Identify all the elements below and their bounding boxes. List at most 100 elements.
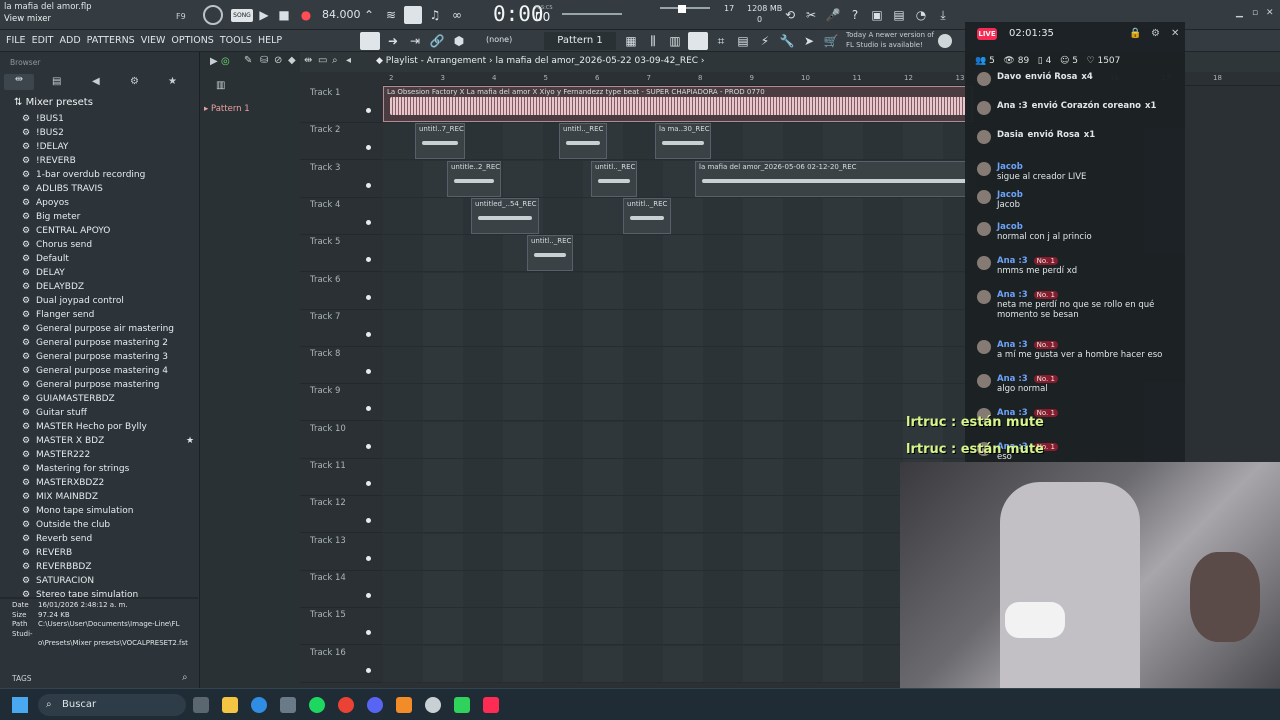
track-header[interactable]: Track 2	[300, 123, 382, 161]
close-icon[interactable]: ✕	[1266, 8, 1274, 18]
track-lane[interactable]	[383, 496, 973, 534]
plug-icon[interactable]: ⚡	[756, 32, 774, 50]
track-enable-led[interactable]	[366, 555, 371, 561]
preset-item[interactable]: ⚙ !BUS2	[0, 126, 198, 140]
playlist-icon[interactable]	[688, 32, 708, 50]
track-header[interactable]: Track 6	[300, 273, 382, 310]
track-enable-led[interactable]	[366, 592, 371, 598]
track-lane[interactable]	[383, 608, 973, 646]
audio-clip[interactable]: untitle..2_REC	[447, 160, 501, 197]
track-header[interactable]: Track 14	[300, 571, 382, 608]
preset-item[interactable]: ⚙ SATURACION	[0, 574, 198, 588]
cut-icon[interactable]: ✂	[802, 6, 820, 24]
track-lane[interactable]	[383, 235, 973, 273]
preset-item[interactable]: ⚙ Big meter	[0, 210, 198, 224]
preset-item[interactable]: ⚙ GUIAMASTERBDZ	[0, 392, 198, 406]
preset-item[interactable]: ⚙ MASTER222	[0, 448, 198, 462]
track-header[interactable]: Track 13	[300, 534, 382, 571]
download-icon[interactable]: ⤓	[934, 6, 952, 24]
capcut-icon[interactable]	[454, 697, 470, 713]
track-enable-led[interactable]	[366, 518, 371, 524]
chat-username[interactable]: Jacob	[997, 190, 1023, 200]
track-enable-led[interactable]	[366, 108, 371, 113]
track-lane[interactable]	[383, 384, 973, 422]
chat-username[interactable]: Ana :3	[997, 256, 1028, 266]
preset-item[interactable]: ⚙ REVERB	[0, 546, 198, 560]
cart-icon[interactable]: 🛒	[822, 32, 840, 50]
wait-icon[interactable]: ≋	[382, 6, 400, 24]
track-lane[interactable]	[383, 347, 973, 385]
track-header[interactable]: Track 4	[300, 198, 382, 235]
track-enable-led[interactable]	[366, 331, 371, 337]
arrangement-name[interactable]: la mafia del amor_2026-05-22 03-09-42_RE…	[496, 56, 699, 66]
track-lane[interactable]	[383, 459, 973, 496]
audio-clip[interactable]: untitl.._REC	[591, 160, 637, 197]
slip-icon[interactable]: ⇹	[304, 55, 312, 66]
browser-section[interactable]: ⇅ Mixer presets	[14, 97, 93, 108]
playlist-nav-icon[interactable]: ◎	[221, 56, 230, 67]
metronome-icon[interactable]: ⌃	[360, 6, 378, 24]
track-header[interactable]: Track 10	[300, 422, 382, 459]
menu-view[interactable]: VIEW	[141, 30, 166, 52]
preset-item[interactable]: ⚙ Apoyos	[0, 196, 198, 210]
spotify-icon[interactable]	[309, 697, 325, 713]
menu-options[interactable]: OPTIONS	[171, 30, 213, 52]
track-header[interactable]: Track 15	[300, 608, 382, 646]
edge-icon[interactable]	[251, 697, 267, 713]
maximize-icon[interactable]: ▫	[1252, 8, 1258, 18]
preset-item[interactable]: ⚙ MASTER X BDZ	[0, 434, 198, 448]
browser-favorites-icon[interactable]: ★	[168, 76, 177, 87]
preset-item[interactable]: ⚙ Chorus send	[0, 238, 198, 252]
chat-username[interactable]: Jacob	[997, 222, 1023, 232]
zoom-icon[interactable]: ⌕	[332, 55, 338, 66]
mic-icon[interactable]: 🎤	[824, 6, 842, 24]
pattern-selector[interactable]: Pattern 1	[544, 32, 616, 50]
browser-plugin-icon[interactable]: ⚙	[130, 76, 139, 87]
favorite-star-icon[interactable]: ★	[186, 436, 194, 446]
track-lane[interactable]	[383, 570, 973, 608]
preset-item[interactable]: ⚙ REVERBBDZ	[0, 560, 198, 574]
track-enable-led[interactable]	[366, 369, 371, 375]
browser-icon[interactable]: ⌗	[712, 32, 730, 50]
tempo-display[interactable]: 84.000	[322, 8, 361, 21]
preset-item[interactable]: ⚙ General purpose mastering 2	[0, 336, 198, 350]
pat-song-knob[interactable]	[203, 5, 223, 25]
play-icon[interactable]: ▶	[255, 6, 273, 24]
audio-clip[interactable]: la ma..30_REC	[655, 123, 711, 160]
chat-username[interactable]: Ana :3	[997, 290, 1028, 300]
select-icon[interactable]: ▭	[318, 55, 327, 66]
snap-icon[interactable]	[360, 32, 380, 50]
track-enable-led[interactable]	[366, 182, 371, 188]
preset-item[interactable]: ⚙ Mono tape simulation	[0, 504, 198, 518]
track-enable-led[interactable]	[366, 145, 371, 151]
fl-studio-icon[interactable]	[396, 697, 412, 713]
preset-item[interactable]: ⚙ General purpose mastering 4	[0, 364, 198, 378]
track-lane[interactable]	[383, 421, 973, 459]
track-header[interactable]: Track 3	[300, 161, 382, 198]
preset-item[interactable]: ⚙ General purpose air mastering	[0, 322, 198, 336]
stamp-icon[interactable]: ⬢	[450, 32, 468, 50]
tiktok-live-icon[interactable]	[483, 697, 499, 713]
track-enable-led[interactable]	[366, 219, 371, 225]
preset-item[interactable]: ⚙ ADLIBS TRAVIS	[0, 182, 198, 196]
preset-item[interactable]: ⚙ Stereo tape simulation	[0, 588, 198, 602]
track-header[interactable]: Track 5	[300, 235, 382, 273]
menu-add[interactable]: ADD	[60, 30, 81, 52]
menu-edit[interactable]: EDIT	[32, 30, 54, 52]
stop-icon[interactable]: ■	[275, 6, 293, 24]
master-volume-slider[interactable]	[562, 13, 622, 15]
windows-start-icon[interactable]	[12, 697, 28, 713]
track-enable-led[interactable]	[366, 294, 371, 300]
audio-clip[interactable]: untitl.._REC	[623, 197, 671, 234]
chrome-icon[interactable]	[338, 697, 354, 713]
track-header[interactable]: Track 11	[300, 459, 382, 496]
lock-icon[interactable]: 🔒	[1129, 28, 1141, 39]
browser-speaker-icon[interactable]: ◀	[92, 76, 100, 87]
preset-item[interactable]: ⚙ DELAY	[0, 266, 198, 280]
track-header[interactable]: Track 12	[300, 496, 382, 534]
audio-clip[interactable]: untitled_..54_REC	[471, 197, 539, 234]
preset-item[interactable]: ⚙ Mastering for strings	[0, 462, 198, 476]
plugin-icon[interactable]: ▤	[734, 32, 752, 50]
menu-tools[interactable]: TOOLS	[220, 30, 252, 52]
preset-item[interactable]: ⚙ Reverb send	[0, 532, 198, 546]
